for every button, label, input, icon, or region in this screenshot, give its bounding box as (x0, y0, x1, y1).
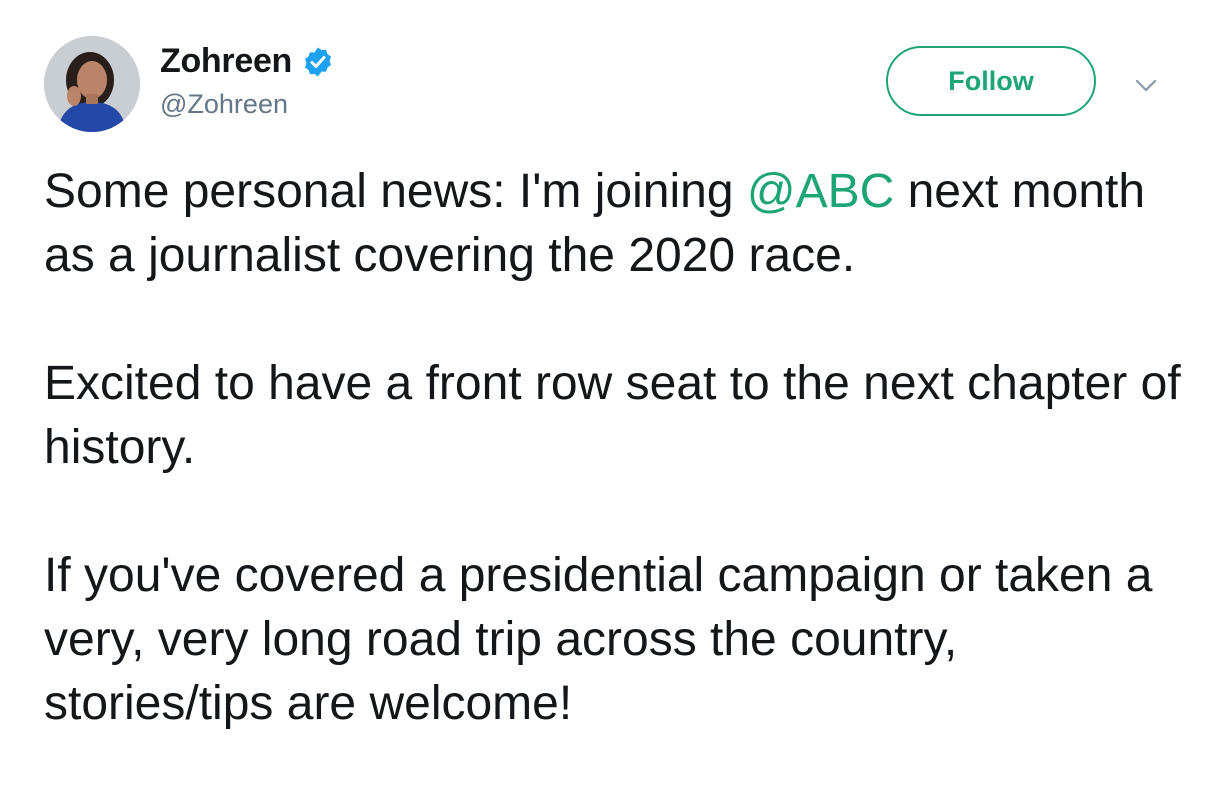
display-name[interactable]: Zohreen (160, 42, 292, 81)
follow-button[interactable]: Follow (886, 46, 1096, 116)
mention-link-abc[interactable]: @ABC (747, 165, 894, 218)
tweet-text-segment: Some personal news: I'm joining (44, 165, 747, 218)
tweet-paragraph-2: Excited to have a front row seat to the … (44, 357, 1181, 474)
user-handle[interactable]: @Zohreen (160, 89, 288, 120)
avatar-image (44, 36, 140, 132)
chevron-down-icon (1135, 79, 1157, 92)
name-row: Zohreen (160, 42, 334, 81)
tweet-paragraph-3: If you've covered a presidential campaig… (44, 549, 1153, 730)
more-options-button[interactable] (1130, 72, 1162, 100)
tweet-text: Some personal news: I'm joining @ABC nex… (44, 160, 1184, 800)
verified-badge-icon (302, 46, 334, 78)
tweet-paragraph-1: Some personal news: I'm joining @ABC nex… (44, 160, 1184, 288)
tweet-card: Zohreen @Zohreen Follow Some personal ne… (0, 0, 1212, 768)
avatar[interactable] (44, 36, 140, 132)
